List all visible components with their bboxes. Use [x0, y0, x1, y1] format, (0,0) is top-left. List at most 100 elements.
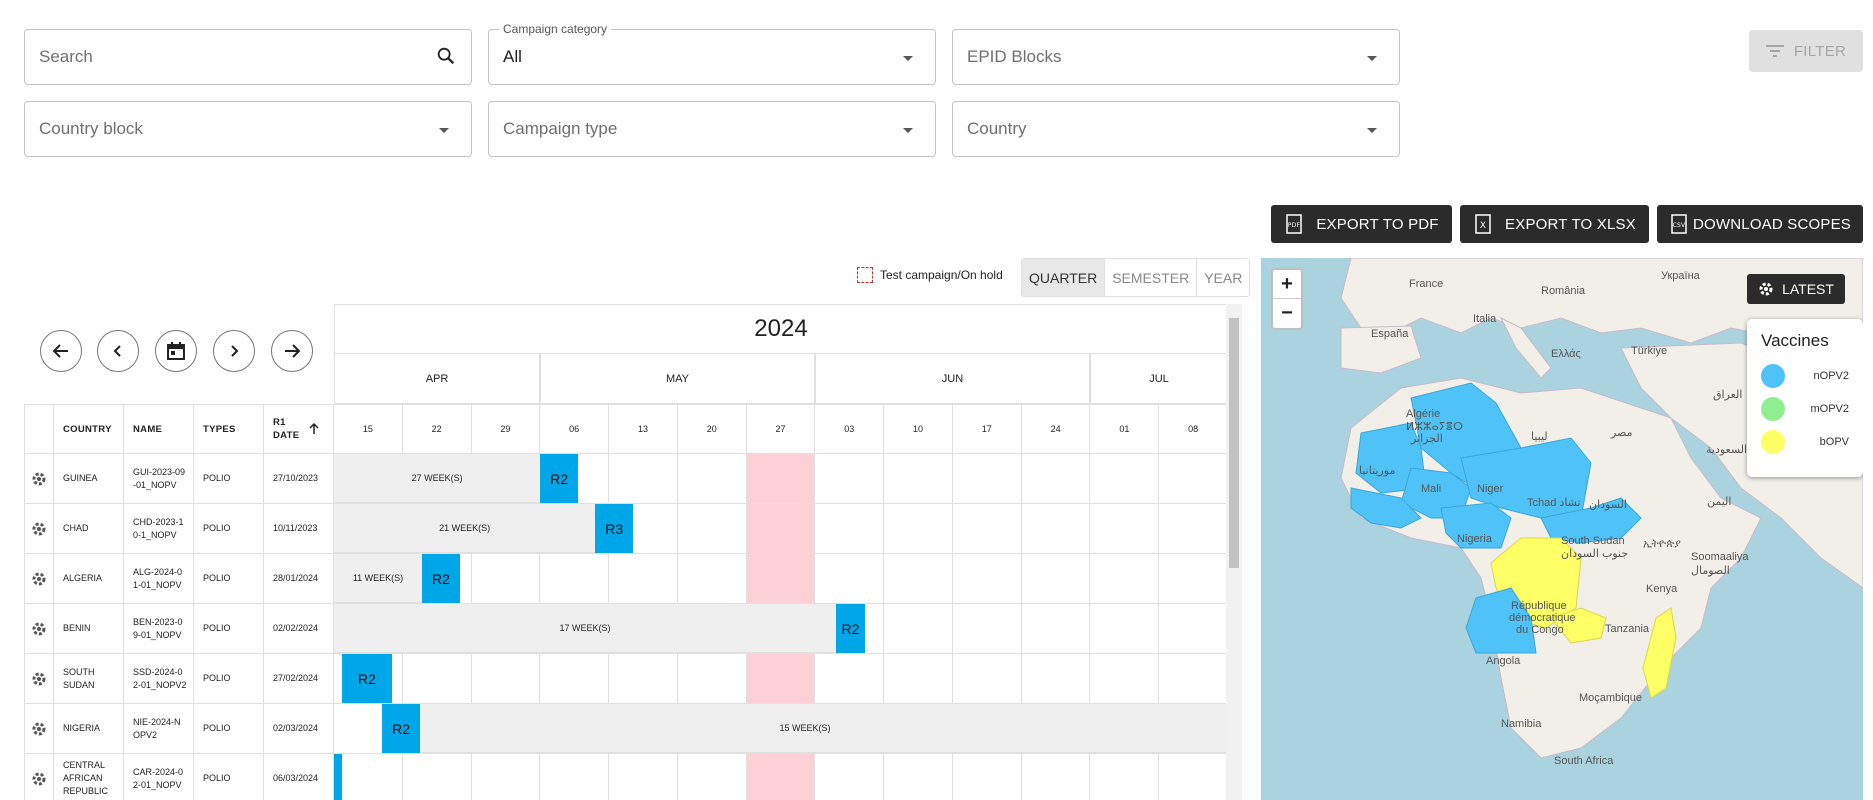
campaign-duration-bar[interactable]: 27 WEEK(S) [334, 454, 541, 503]
gear-icon[interactable] [31, 471, 47, 487]
week-column-header: 10 [884, 404, 953, 454]
r1-date-cell: 06/03/2024 [264, 754, 334, 800]
type-cell: POLIO [194, 704, 264, 754]
map-label: România [1541, 285, 1586, 297]
row-settings-cell[interactable] [24, 654, 54, 704]
download-scopes-button[interactable]: CSV DOWNLOAD SCOPES [1657, 205, 1863, 243]
calendar-cell [677, 554, 747, 604]
r1-date-cell: 02/03/2024 [264, 704, 334, 754]
row-settings-cell[interactable] [24, 754, 54, 800]
zoom-out-button[interactable]: − [1273, 299, 1301, 328]
vaccine-color-dot [1761, 396, 1785, 421]
r1-date-label: R1 DATE [273, 417, 300, 441]
gear-icon[interactable] [31, 621, 47, 637]
r1-date-cell: 27/02/2024 [264, 654, 334, 704]
gear-icon[interactable] [31, 571, 47, 587]
filter-button[interactable]: FILTER [1749, 30, 1863, 72]
calendar-cell [815, 454, 885, 504]
campaign-duration-bar[interactable]: 15 WEEK(S) [382, 704, 1228, 753]
campaign-round-marker[interactable]: R2 [540, 454, 579, 503]
year-header: 2024 [334, 304, 1228, 354]
country-cell: SOUTH SUDAN [54, 654, 124, 704]
gear-icon[interactable] [31, 771, 47, 787]
name-column-header[interactable]: NAME [124, 404, 194, 454]
vaccine-color-dot [1761, 363, 1785, 388]
calendar-cell [1159, 654, 1228, 704]
chevron-down-icon [1367, 56, 1377, 61]
map-label: ليبيا [1531, 431, 1548, 443]
campaign-round-marker[interactable]: R2 [422, 554, 460, 603]
vaccine-name: nOPV2 [1813, 369, 1849, 382]
zoom-in-button[interactable]: + [1273, 270, 1301, 299]
gear-icon[interactable] [31, 521, 47, 537]
campaign-round-marker[interactable]: R2 [836, 604, 865, 653]
name-cell: CAR-2024-02-01_NOPV [124, 754, 194, 800]
vaccines-legend-title: Vaccines [1761, 331, 1829, 350]
calendar-cell [677, 454, 747, 504]
campaign-category-select[interactable]: Campaign category All [488, 22, 936, 85]
period-quarter-button[interactable]: QUARTER [1022, 259, 1105, 296]
calendar-cell [884, 554, 953, 604]
latest-button[interactable]: LATEST [1747, 274, 1845, 304]
map-label: Moçambique [1579, 692, 1642, 704]
map-label: الجزائر [1411, 433, 1443, 445]
export-pdf-button[interactable]: PDF EXPORT TO PDF [1271, 205, 1452, 243]
country-select[interactable]: Country [952, 101, 1400, 157]
r1-date-cell: 02/02/2024 [264, 604, 334, 654]
period-year-button[interactable]: YEAR [1196, 259, 1249, 296]
scrollbar-thumb[interactable] [1229, 318, 1239, 568]
calendar-cell [746, 554, 816, 604]
gear-icon[interactable] [31, 671, 47, 687]
r1-date-column-header[interactable]: R1 DATE [264, 404, 334, 454]
campaign-duration-bar[interactable]: 17 WEEK(S) [334, 604, 837, 653]
row-settings-cell[interactable] [24, 504, 54, 554]
row-settings-cell[interactable] [24, 704, 54, 754]
row-settings-cell[interactable] [24, 604, 54, 654]
filter-icon [1765, 45, 1784, 57]
campaign-round-marker[interactable]: R2 [342, 654, 392, 703]
calendar-cell [609, 654, 678, 704]
map-label: اليمن [1707, 496, 1732, 508]
types-column-header[interactable]: TYPES [194, 404, 264, 454]
campaign-round-marker[interactable] [334, 754, 343, 800]
search-input[interactable]: Search [24, 29, 472, 85]
week-column-header: 24 [1021, 404, 1091, 454]
week-column-header: 17 [952, 404, 1022, 454]
campaign-round-marker[interactable]: R3 [595, 504, 634, 553]
map-label: Türkiye [1631, 345, 1668, 357]
name-cell: CHD-2023-10-1_NOPV [124, 504, 194, 554]
name-cell: ALG-2024-01-01_NOPV [124, 554, 194, 604]
search-icon[interactable] [435, 45, 457, 72]
map-label: Nigeria [1457, 533, 1492, 545]
country-column-header[interactable]: COUNTRY [54, 404, 124, 454]
calendar-cell [1159, 454, 1228, 504]
country-block-select[interactable]: Country block [24, 101, 472, 157]
svg-text:PDF: PDF [1288, 222, 1301, 229]
week-column-header: 15 [334, 404, 403, 454]
campaign-round-marker[interactable]: R2 [382, 704, 420, 753]
epid-blocks-select[interactable]: EPID Blocks [952, 29, 1400, 85]
gear-icon[interactable] [31, 721, 47, 737]
calendar-vertical-scrollbar[interactable] [1226, 304, 1242, 800]
country-cell: GUINEA [54, 454, 124, 504]
map-label: جنوب السودان [1561, 548, 1629, 560]
calendar-cell [1090, 654, 1160, 704]
calendar-cell [403, 754, 472, 800]
type-cell: POLIO [194, 654, 264, 704]
calendar-cell [1159, 554, 1228, 604]
calendar-cell [952, 554, 1022, 604]
campaign-category-label: Campaign category [499, 22, 612, 36]
campaign-duration-bar[interactable]: 11 WEEK(S) [334, 554, 423, 603]
row-settings-cell[interactable] [24, 554, 54, 604]
vaccine-name: mOPV2 [1810, 402, 1849, 415]
calendar-cell [1022, 754, 1091, 800]
export-xlsx-button[interactable]: X EXPORT TO XLSX [1460, 205, 1649, 243]
test-campaign-legend-swatch [857, 267, 873, 283]
row-settings-cell[interactable] [24, 454, 54, 504]
campaign-map[interactable]: France România Україна Italia España Ελλ… [1261, 258, 1863, 800]
search-placeholder: Search [39, 47, 93, 66]
campaign-duration-bar[interactable]: 21 WEEK(S) [334, 504, 596, 553]
calendar-cell [1159, 504, 1228, 554]
period-semester-button[interactable]: SEMESTER [1104, 259, 1196, 296]
campaign-type-select[interactable]: Campaign type [488, 101, 936, 157]
